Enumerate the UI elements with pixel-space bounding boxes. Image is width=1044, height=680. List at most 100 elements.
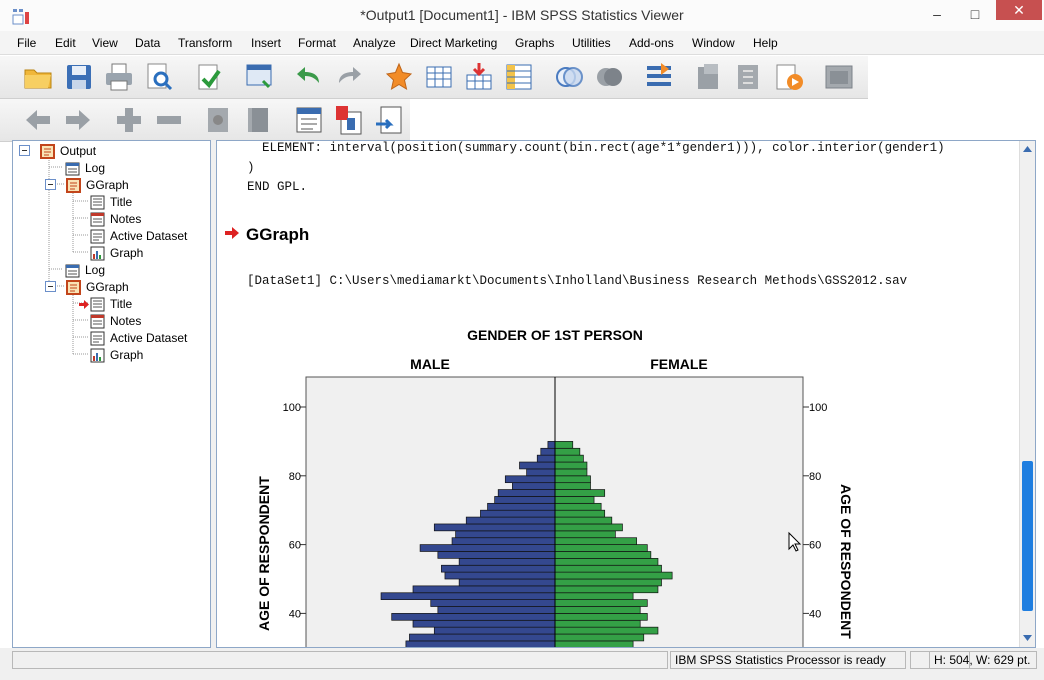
menu-file[interactable]: File [17, 36, 36, 50]
arrow-left-icon[interactable] [22, 104, 54, 136]
insert-text-icon[interactable] [373, 104, 405, 136]
menu-window[interactable]: Window [692, 36, 735, 50]
female-bar-age-89 [554, 441, 574, 449]
menu-analyze[interactable]: Analyze [353, 36, 396, 50]
female-bar-age-69 [554, 509, 606, 518]
population-pyramid-chart[interactable]: GENDER OF 1ST PERSON MALE FEMALE 40 60 80 1… [217, 311, 1017, 648]
minus-icon[interactable] [153, 104, 185, 136]
menu-transform[interactable]: Transform [178, 36, 232, 50]
insert-heading-icon[interactable] [293, 104, 325, 136]
status-message-area [12, 651, 668, 669]
male-bar-age-35 [433, 626, 556, 635]
menu-data[interactable]: Data [135, 36, 160, 50]
female-bar-age-53 [554, 564, 662, 573]
female-bar-age-55 [554, 558, 659, 566]
male-bar-age-83 [519, 461, 556, 470]
female-bar-age-31 [554, 640, 634, 647]
vertical-scrollbar[interactable] [1019, 141, 1035, 647]
male-bar-age-45 [380, 592, 556, 600]
maximize-button[interactable]: □ [962, 4, 988, 24]
male-bar-age-55 [458, 558, 556, 566]
plus-icon[interactable] [113, 104, 145, 136]
female-bar-age-81 [554, 468, 588, 477]
female-bar-age-61 [554, 537, 638, 545]
ggraph-book-icon [66, 178, 81, 193]
value-labels-icon[interactable] [553, 61, 585, 93]
scrollbar-thumb[interactable] [1022, 461, 1033, 611]
split-file-icon[interactable] [733, 61, 765, 93]
dataset-icon [90, 331, 105, 346]
scroll-up-icon[interactable] [1022, 144, 1033, 154]
hide-item-icon[interactable] [243, 104, 275, 136]
current-item-arrow-icon [79, 300, 89, 309]
scroll-down-icon[interactable] [1022, 633, 1033, 643]
minimize-button[interactable]: – [924, 4, 950, 24]
current-item-arrow-icon [225, 227, 239, 239]
goto-variable-icon[interactable] [423, 61, 455, 93]
ggraph-heading: GGraph [246, 225, 310, 244]
show-item-icon[interactable] [203, 104, 235, 136]
menu-help[interactable]: Help [753, 36, 778, 50]
male-bar-age-47 [412, 585, 556, 594]
menu-insert[interactable]: Insert [251, 36, 281, 50]
male-bar-age-61 [451, 537, 556, 545]
print-icon[interactable] [103, 61, 135, 93]
female-bar-age-77 [554, 482, 591, 490]
graph-icon [90, 348, 105, 363]
y-tick-label: 80 [809, 471, 821, 483]
open-folder-icon[interactable] [22, 61, 54, 93]
variables-icon[interactable] [503, 61, 535, 93]
female-bar-age-43 [554, 599, 648, 607]
menu-format[interactable]: Format [298, 36, 336, 50]
arrow-right-icon[interactable] [62, 104, 94, 136]
menu-add-ons[interactable]: Add-ons [629, 36, 674, 50]
goto-case-icon[interactable] [383, 61, 415, 93]
script-icon[interactable] [773, 61, 805, 93]
notes-icon [90, 314, 105, 329]
close-button[interactable]: ✕ [996, 0, 1042, 20]
insert-title-icon[interactable] [333, 104, 365, 136]
male-bar-age-65 [433, 523, 556, 532]
male-bar-age-79 [504, 475, 556, 484]
graph-icon [90, 246, 105, 261]
female-bar-age-37 [554, 619, 641, 628]
y-tick-label: 60 [289, 540, 301, 552]
weight-cases-icon[interactable] [693, 61, 725, 93]
y-tick-label: 40 [809, 608, 821, 620]
female-bar-age-71 [554, 502, 602, 511]
item-size-status: H: 504, W: 629 pt. [929, 651, 1037, 669]
tree-label-active-dataset: Active Dataset [110, 331, 188, 345]
collapse-icon[interactable] [19, 145, 30, 156]
export-icon[interactable] [193, 61, 225, 93]
collapse-icon[interactable] [45, 179, 56, 190]
menu-graphs[interactable]: Graphs [515, 36, 554, 50]
designate-window-icon[interactable] [823, 61, 855, 93]
tree-label-log: Log [85, 263, 106, 277]
menu-view[interactable]: View [92, 36, 118, 50]
male-bar-age-63 [455, 530, 556, 539]
male-bar-age-77 [512, 482, 556, 490]
male-bar-age-89 [547, 441, 556, 449]
menu-utilities[interactable]: Utilities [572, 36, 611, 50]
recall-dialog-icon[interactable] [243, 61, 275, 93]
tree-label-log: Log [85, 161, 106, 175]
save-icon[interactable] [63, 61, 95, 93]
outline-pane[interactable]: Output Log GGraph Title Notes Active Dat… [12, 140, 211, 648]
male-bar-age-51 [444, 571, 556, 580]
female-bar-age-63 [554, 530, 616, 539]
male-bar-age-81 [526, 468, 556, 477]
collapse-icon[interactable] [45, 281, 56, 292]
insert-cases-icon[interactable] [463, 61, 495, 93]
tree-label-title: Title [110, 195, 133, 209]
syntax-line: ) [247, 161, 255, 175]
use-sets-icon[interactable] [593, 61, 625, 93]
male-bar-age-87 [540, 447, 556, 456]
menu-direct-marketing[interactable]: Direct Marketing [410, 36, 497, 50]
redo-icon[interactable] [333, 61, 365, 93]
tree-label-graph: Graph [110, 348, 144, 362]
print-preview-icon[interactable] [143, 61, 175, 93]
select-cases-icon[interactable] [643, 61, 675, 93]
output-content-pane[interactable]: ELEMENT: interval(position(summary.count… [216, 140, 1036, 648]
undo-icon[interactable] [293, 61, 325, 93]
menu-edit[interactable]: Edit [55, 36, 76, 50]
